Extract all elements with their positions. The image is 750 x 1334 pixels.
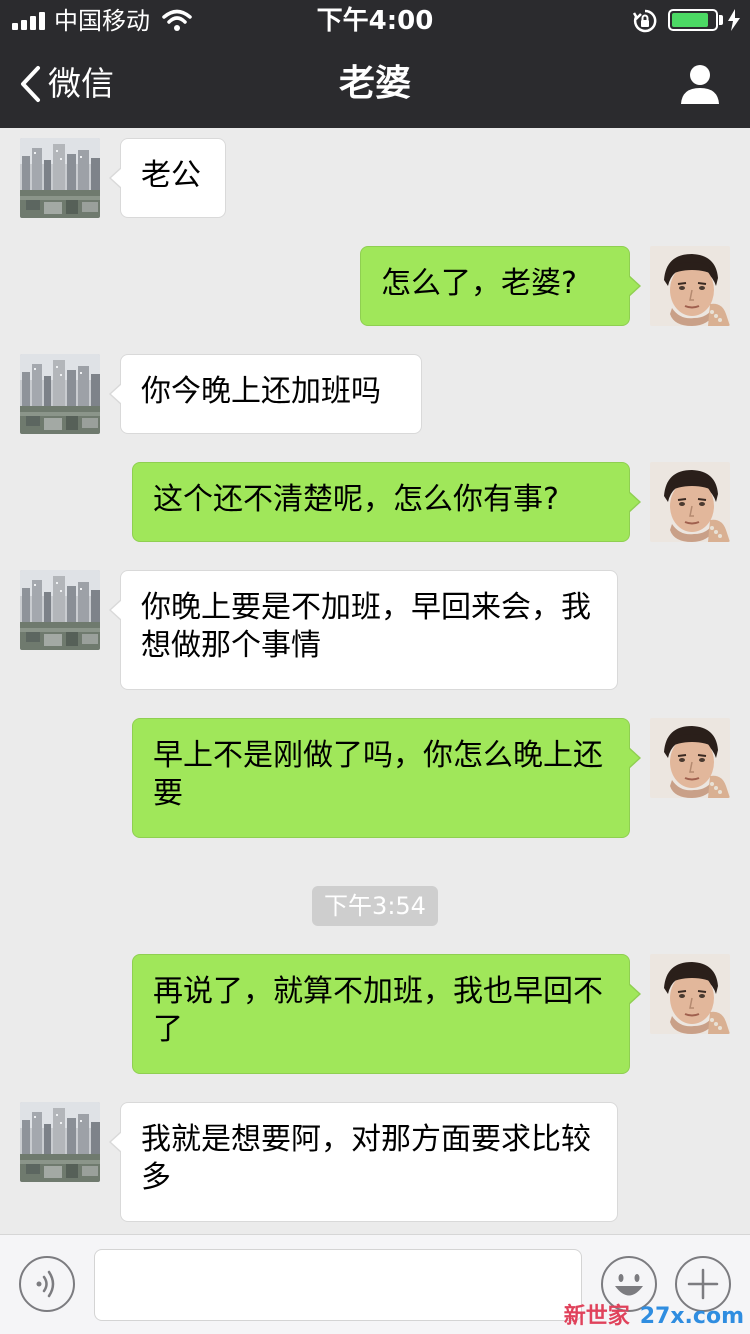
message-received: 我就是想要阿，对那方面要求比较多 (0, 1092, 750, 1232)
message-bubble[interactable]: 你今晚上还加班吗 (109, 354, 422, 434)
contact-avatar[interactable] (20, 354, 100, 434)
message-bubble[interactable]: 老公 (109, 138, 226, 218)
chat-title: 老婆 (338, 63, 411, 104)
watermark-cn: 新世家 (563, 1304, 630, 1329)
message-received: 你晚上要是不加班，早回来会，我想做那个事情 (0, 560, 750, 700)
watermark-en: 27x.com (639, 1304, 744, 1329)
my-avatar[interactable] (650, 462, 730, 542)
contact-avatar[interactable] (20, 138, 100, 218)
my-avatar[interactable] (650, 246, 730, 326)
contact-avatar[interactable] (20, 570, 100, 650)
message-bubble[interactable]: 再说了，就算不加班，我也早回不了 (132, 954, 641, 1074)
message-bubble[interactable]: 你晚上要是不加班，早回来会，我想做那个事情 (109, 570, 618, 690)
message-sent: 怎么了，老婆? (0, 236, 750, 336)
message-sent: 再说了，就算不加班，我也早回不了 (0, 944, 750, 1084)
charging-icon (728, 9, 740, 31)
voice-input-button[interactable] (18, 1255, 76, 1313)
input-bar: 新世家 27x.com (0, 1234, 750, 1334)
message-bubble[interactable]: 早上不是刚做了吗，你怎么晚上还要 (132, 718, 641, 838)
message-bubble[interactable]: 怎么了，老婆? (360, 246, 641, 326)
battery-icon (668, 9, 718, 31)
contact-avatar[interactable] (20, 1102, 100, 1182)
contact-profile-icon[interactable] (678, 62, 722, 106)
message-sent: 这个还不清楚呢，怎么你有事? (0, 452, 750, 552)
status-bar: 中国移动 下午4:00 (0, 0, 750, 40)
battery-cap (719, 15, 723, 25)
message-bubble[interactable]: 这个还不清楚呢，怎么你有事? (132, 462, 641, 542)
rotation-lock-icon (632, 9, 657, 33)
my-avatar[interactable] (650, 718, 730, 798)
message-sent: 早上不是刚做了吗，你怎么晚上还要 (0, 708, 750, 848)
my-avatar[interactable] (650, 954, 730, 1034)
chat-area[interactable]: 老公 怎么了，老婆? 你今晚上还加班吗 这个还不清楚呢，怎么你有事? 你晚上要是… (0, 128, 750, 1234)
timestamp: 下午3:54 (312, 886, 438, 926)
watermark: 新世家 27x.com (564, 1304, 744, 1330)
message-input[interactable] (94, 1249, 582, 1321)
header: 中国移动 下午4:00 微信 老婆 (0, 0, 750, 128)
message-received: 老公 (0, 128, 750, 228)
battery-level (672, 13, 708, 27)
time-divider: 下午3:54 (0, 886, 750, 926)
message-received: 你今晚上还加班吗 (0, 344, 750, 444)
message-bubble[interactable]: 我就是想要阿，对那方面要求比较多 (109, 1102, 618, 1222)
